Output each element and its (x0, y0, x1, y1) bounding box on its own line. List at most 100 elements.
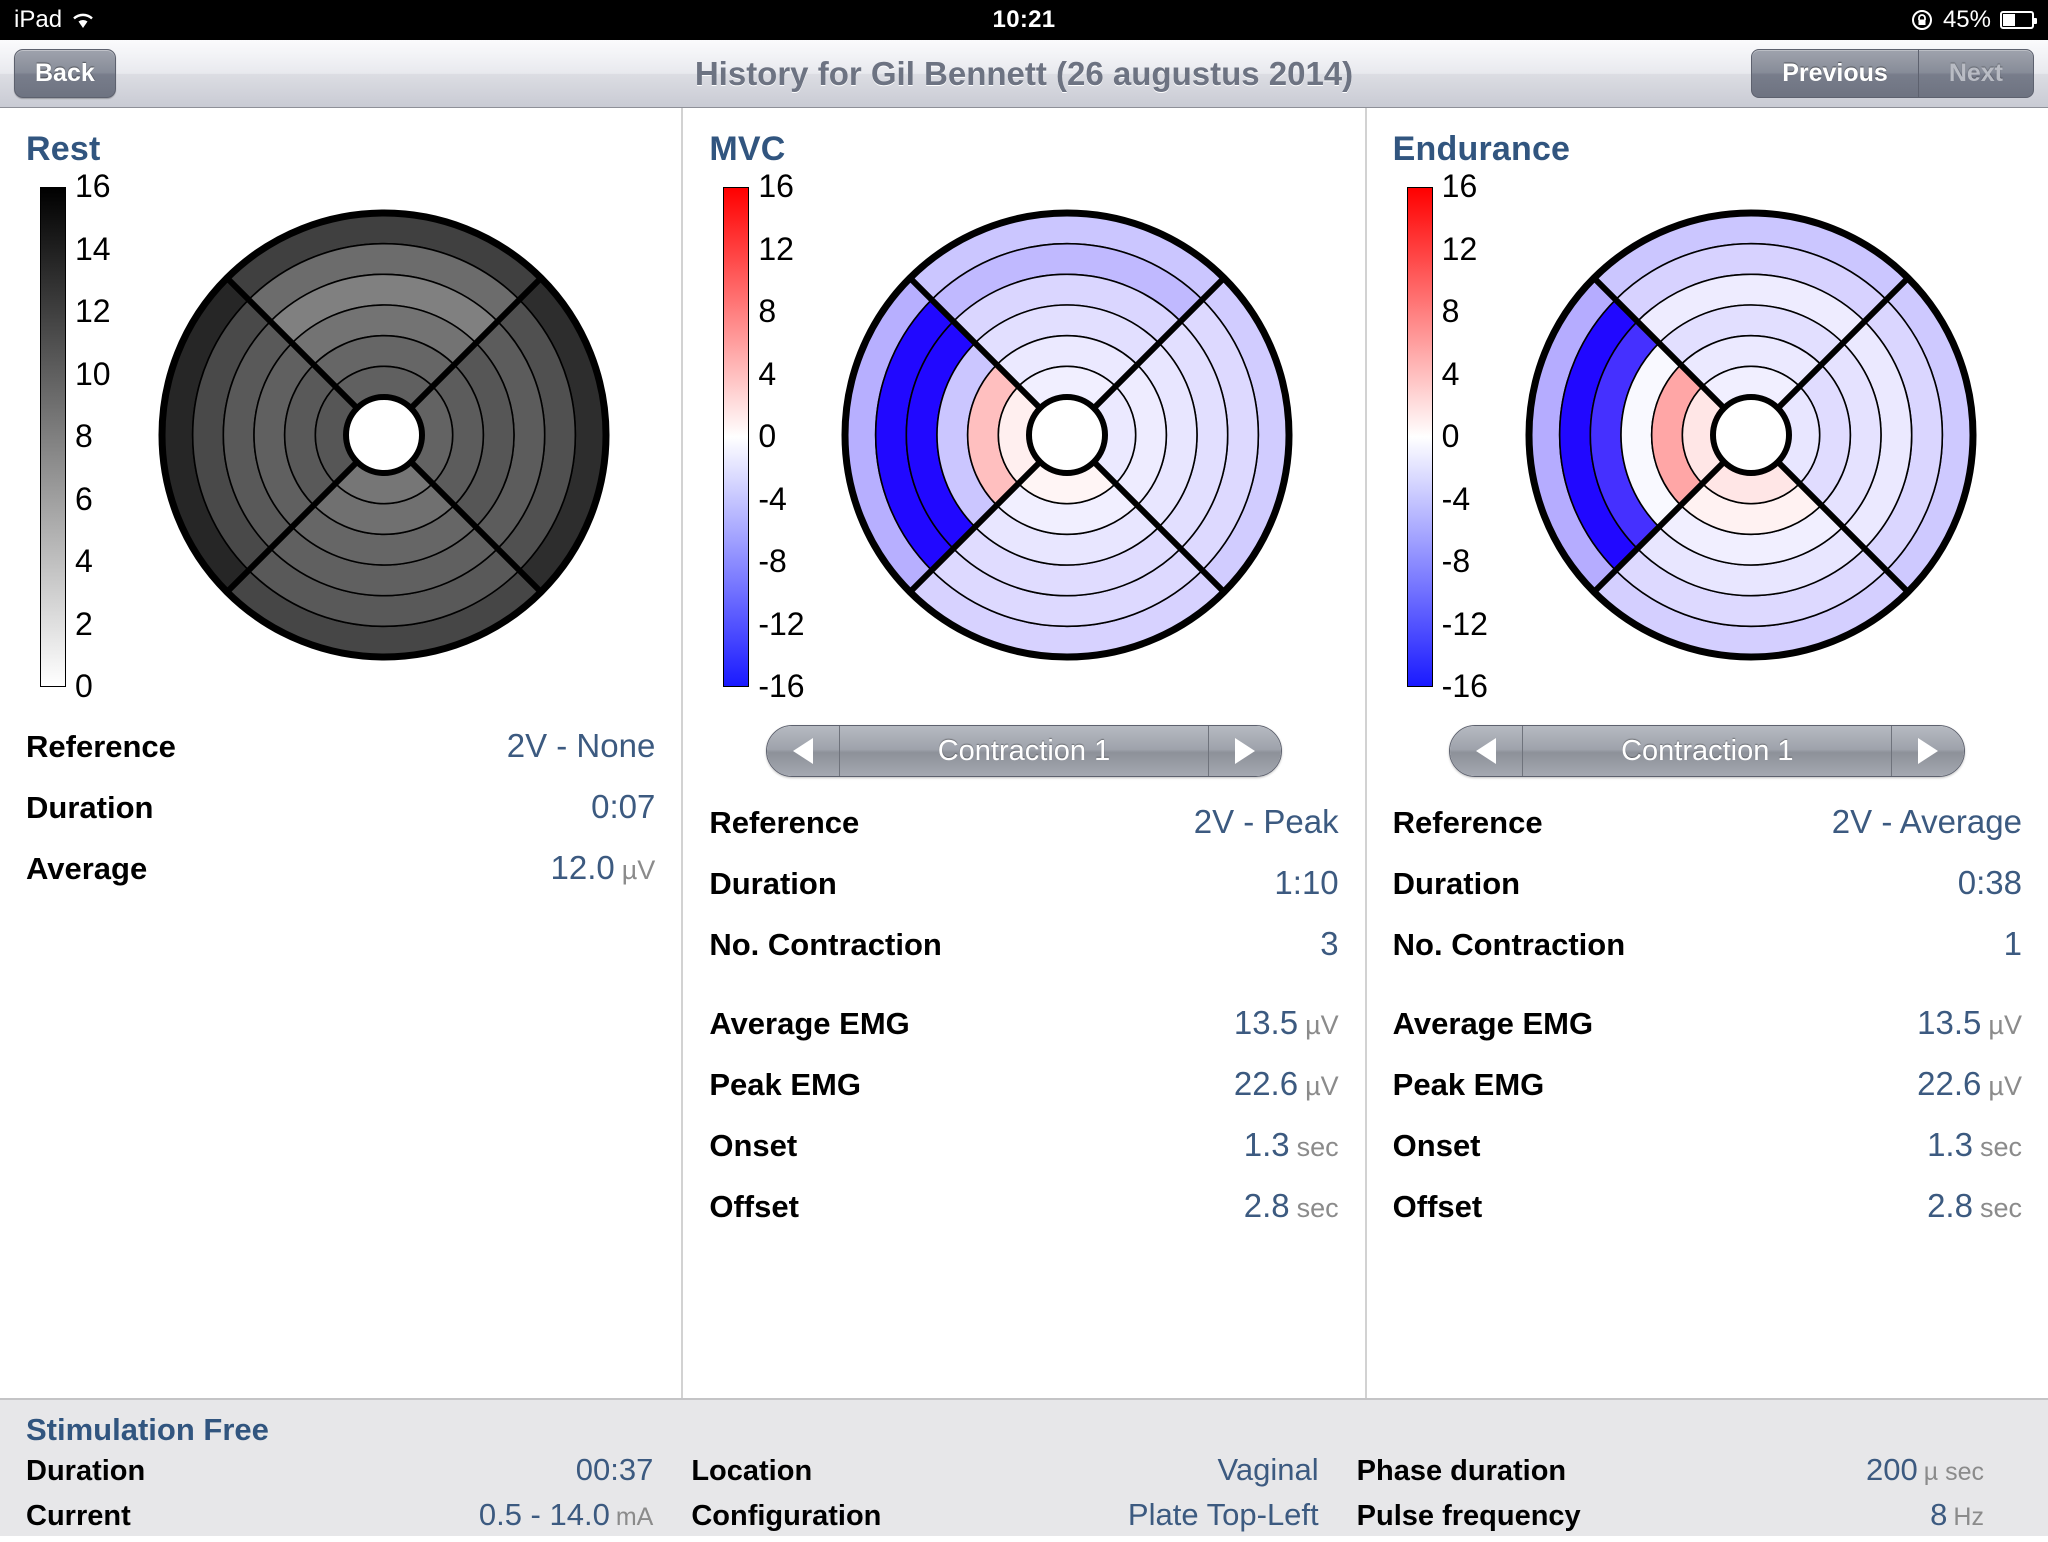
stat-unit: sec (1980, 1132, 2022, 1162)
stat-value: 0:38 (1958, 864, 2022, 902)
status-bar-right: 45% (1910, 6, 2034, 34)
stat-label: Duration (1393, 866, 1520, 902)
contraction-stepper-mvc[interactable]: Contraction 1 (766, 725, 1282, 777)
stat-unit: µV (1988, 1010, 2022, 1040)
stat-row: Reference 2V - Average (1393, 803, 2022, 864)
colorbar-tick: 12 (758, 230, 794, 267)
stat-row: Duration1:10 (709, 864, 1338, 925)
stat-row: Onset1.3sec (1393, 1126, 2022, 1187)
navigation-bar: Back History for Gil Bennett (26 augustu… (0, 40, 2048, 108)
stat-row: Reference 2V - None (26, 727, 655, 788)
stimulation-title: Stimulation Free (26, 1412, 2022, 1448)
polar-chart-mvc[interactable] (827, 195, 1307, 680)
colorbar-tick: -12 (1442, 605, 1488, 642)
stat-value: 2V - None (507, 727, 656, 765)
colorbar-tick: 4 (75, 543, 93, 580)
stimulation-column: Duration00:37Current0.5 - 14.0mA (26, 1452, 691, 1542)
stat-value: 1.3sec (1927, 1126, 2022, 1164)
panels-container: Rest 1614121086420 Reference2V - NoneDur… (0, 108, 2048, 1398)
contraction-next-button-mvc[interactable] (1209, 726, 1281, 776)
polar-chart-endurance[interactable] (1511, 195, 1991, 680)
panel-title-mvc: MVC (709, 130, 1338, 169)
stimulation-label: Phase duration (1357, 1455, 1567, 1488)
contraction-label-endurance[interactable]: Contraction 1 (1522, 726, 1892, 776)
colorbar-gradient-mvc (723, 187, 749, 687)
contraction-label-mvc[interactable]: Contraction 1 (839, 726, 1209, 776)
colorbar-tick: -4 (1442, 480, 1470, 517)
colorbar-tick: 12 (75, 293, 111, 330)
status-bar: iPad 10:21 45% (0, 0, 2048, 40)
stimulation-unit: Hz (1953, 1503, 1984, 1531)
stat-label: Offset (709, 1189, 799, 1225)
center-hole (346, 397, 422, 473)
colorbar-tick: 8 (1442, 293, 1460, 330)
stat-label: No. Contraction (1393, 927, 1626, 963)
stat-value: 2.8sec (1244, 1187, 1339, 1225)
colorbar-tick: -4 (758, 480, 786, 517)
stimulation-row: Current0.5 - 14.0mA (26, 1497, 653, 1542)
contraction-stepper-endurance[interactable]: Contraction 1 (1449, 725, 1965, 777)
colorbar-tick: 0 (758, 418, 776, 455)
colorbar-ticks-mvc: 1612840-4-8-12-16 (758, 187, 832, 687)
battery-fill (2003, 14, 2015, 26)
stat-row: Duration 0:38 (1393, 864, 2022, 925)
stimulation-value: Vaginal (1218, 1452, 1319, 1488)
center-hole (1713, 397, 1789, 473)
page-title: History for Gil Bennett (26 augustus 201… (0, 55, 2048, 93)
stat-label: No. Contraction (709, 927, 942, 963)
contraction-prev-button-endurance[interactable] (1450, 726, 1522, 776)
stimulation-value: 200µ sec (1866, 1452, 1984, 1488)
contraction-next-button-endurance[interactable] (1892, 726, 1964, 776)
stat-label: Reference (26, 729, 176, 765)
stat-unit: µV (1988, 1071, 2022, 1101)
stat-row: Average EMG13.5µV (709, 1004, 1338, 1065)
back-button[interactable]: Back (14, 49, 116, 98)
stat-unit: sec (1297, 1193, 1339, 1223)
contraction-prev-button-mvc[interactable] (767, 726, 839, 776)
stimulation-column: Phase duration 200µ sec Pulse frequency 8Hz (1357, 1452, 2022, 1542)
colorbar-tick: 4 (1442, 355, 1460, 392)
stats-list-rest: Reference2V - NoneDuration0:07Average12.… (26, 727, 655, 910)
stat-unit: µV (622, 855, 656, 885)
panel-mvc: MVC 1612840-4-8-12-16 Contraction 1 Refe… (681, 108, 1364, 1398)
stat-label: Onset (709, 1128, 797, 1164)
stat-row: Reference2V - Peak (709, 803, 1338, 864)
stat-label: Reference (1393, 805, 1543, 841)
colorbar-ticks-endurance: 1612840-4-8-12-16 (1442, 187, 1516, 687)
center-hole (1029, 397, 1105, 473)
panel-title-endurance: Endurance (1393, 130, 2022, 169)
stimulation-unit: µ sec (1924, 1458, 1984, 1486)
colorbar-endurance: 1612840-4-8-12-16 (1407, 187, 1516, 687)
stat-value: 22.6µV (1234, 1065, 1339, 1103)
status-bar-clock: 10:21 (0, 6, 2048, 34)
stimulation-section: Stimulation Free Duration00:37Current0.5… (0, 1398, 2048, 1536)
chevron-right-icon (1235, 738, 1255, 764)
stimulation-label: Configuration (691, 1500, 881, 1533)
colorbar-tick: 10 (75, 355, 111, 392)
stat-value: 2.8sec (1927, 1187, 2022, 1225)
stimulation-value: 8Hz (1930, 1497, 1984, 1533)
polar-chart-rest[interactable] (144, 195, 624, 680)
stat-row: Average EMG13.5µV (1393, 1004, 2022, 1065)
stat-value: 22.6µV (1917, 1065, 2022, 1103)
stat-row: Average12.0µV (26, 849, 655, 910)
stimulation-label: Pulse frequency (1357, 1500, 1581, 1533)
colorbar-tick: -16 (1442, 668, 1488, 705)
next-button[interactable]: Next (1918, 49, 2034, 98)
colorbar-tick: -16 (758, 668, 804, 705)
colorbar-tick: 14 (75, 230, 111, 267)
colorbar-tick: 16 (758, 168, 794, 205)
battery-icon (2000, 11, 2034, 29)
stat-row: Offset 2.8sec (1393, 1187, 2022, 1248)
colorbar-tick: 16 (75, 168, 111, 205)
stat-label: Average EMG (709, 1006, 909, 1042)
stimulation-columns: Duration00:37Current0.5 - 14.0mALocation… (26, 1452, 2022, 1542)
stat-row: Peak EMG 22.6µV (1393, 1065, 2022, 1126)
colorbar-tick: 12 (1442, 230, 1478, 267)
stat-label: Offset (1393, 1189, 1483, 1225)
stat-value: 12.0µV (551, 849, 656, 887)
stat-label: Duration (26, 790, 153, 826)
stat-value: 2V - Average (1832, 803, 2022, 841)
stat-label: Peak EMG (1393, 1067, 1545, 1103)
previous-button[interactable]: Previous (1751, 49, 1918, 98)
